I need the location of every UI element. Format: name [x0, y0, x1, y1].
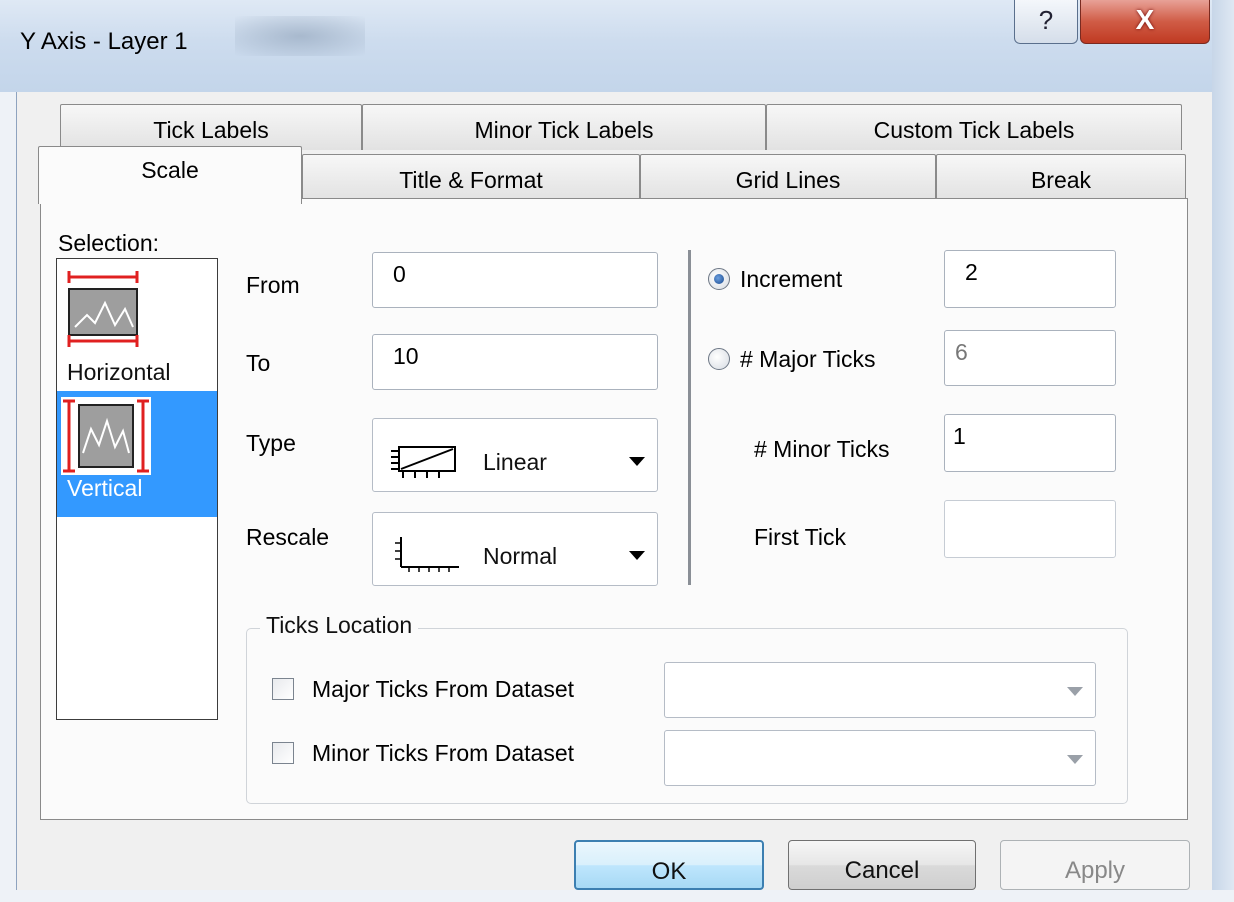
selection-listbox[interactable]: Horizontal Vertical: [56, 258, 218, 720]
help-icon: ?: [1038, 5, 1054, 35]
chevron-down-icon: [1067, 687, 1083, 696]
from-label: From: [246, 272, 300, 298]
rescale-label: Rescale: [246, 524, 330, 550]
major-ticks-dataset-select[interactable]: [664, 662, 1096, 718]
chevron-down-icon: [629, 457, 645, 466]
close-icon: X: [1135, 4, 1155, 35]
major-ticks-label: # Major Ticks: [740, 346, 876, 372]
chevron-down-icon: [1067, 755, 1083, 764]
type-select[interactable]: Linear: [372, 418, 658, 492]
type-select-value: Linear: [483, 449, 547, 475]
apply-button[interactable]: Apply: [1000, 840, 1190, 890]
title-bar-background-blur: [235, 16, 365, 56]
increment-label: Increment: [740, 266, 843, 292]
cancel-button[interactable]: Cancel: [788, 840, 976, 890]
increment-radio[interactable]: [708, 268, 730, 290]
minor-ticks-from-dataset-checkbox[interactable]: [272, 742, 294, 764]
vertical-divider: [688, 250, 691, 585]
minor-ticks-label: # Minor Ticks: [754, 436, 890, 462]
rescale-normal-icon: [395, 537, 459, 572]
minor-ticks-from-dataset-label: Minor Ticks From Dataset: [312, 740, 574, 766]
title-bar: Y Axis - Layer 1 ? X: [0, 0, 1234, 92]
ticks-location-title: Ticks Location: [260, 612, 419, 639]
list-item-label: Vertical: [67, 475, 143, 501]
tab-label: Tick Labels: [153, 117, 269, 143]
vertical-axis-icon: [61, 397, 151, 475]
from-input[interactable]: 0: [372, 252, 658, 308]
window-title: Y Axis - Layer 1: [20, 28, 188, 55]
tab-label: Custom Tick Labels: [873, 117, 1075, 143]
rescale-select[interactable]: Normal: [372, 512, 658, 586]
first-tick-input[interactable]: [944, 500, 1116, 558]
tab-minor-tick-labels[interactable]: Minor Tick Labels: [362, 104, 766, 150]
help-button[interactable]: ?: [1014, 0, 1078, 44]
close-button[interactable]: X: [1080, 0, 1210, 44]
type-label: Type: [246, 430, 296, 456]
chevron-down-icon: [629, 551, 645, 560]
tab-scale[interactable]: Scale: [38, 146, 302, 204]
major-ticks-from-dataset-checkbox[interactable]: [272, 678, 294, 700]
to-input[interactable]: 10: [372, 334, 658, 390]
list-item-horizontal[interactable]: Horizontal: [57, 263, 217, 389]
to-label: To: [246, 350, 271, 376]
list-item-vertical[interactable]: Vertical: [57, 391, 217, 517]
major-ticks-from-dataset-label: Major Ticks From Dataset: [312, 676, 574, 702]
selection-label: Selection:: [58, 230, 160, 256]
tab-break[interactable]: Break: [936, 154, 1186, 200]
tab-title-format[interactable]: Title & Format: [302, 154, 640, 200]
first-tick-label: First Tick: [754, 524, 846, 550]
tab-grid-lines[interactable]: Grid Lines: [640, 154, 936, 200]
tab-label: Title & Format: [399, 167, 543, 193]
window-frame-right: [1212, 0, 1234, 890]
linear-scale-icon: [391, 446, 456, 478]
tab-label: Break: [1030, 167, 1092, 193]
increment-input[interactable]: 2: [944, 250, 1116, 308]
tab-label: Minor Tick Labels: [474, 117, 654, 143]
minor-ticks-input[interactable]: 1: [944, 414, 1116, 472]
major-ticks-input[interactable]: 6: [944, 330, 1116, 386]
list-item-label: Horizontal: [67, 359, 171, 385]
rescale-select-value: Normal: [483, 543, 558, 569]
tab-tick-labels[interactable]: Tick Labels: [60, 104, 362, 150]
tab-label: Grid Lines: [735, 167, 841, 193]
tab-label: Scale: [141, 157, 199, 183]
major-ticks-radio[interactable]: [708, 348, 730, 370]
minor-ticks-dataset-select[interactable]: [664, 730, 1096, 786]
tab-custom-tick-labels[interactable]: Custom Tick Labels: [766, 104, 1182, 150]
horizontal-axis-icon: [67, 271, 139, 347]
ok-button[interactable]: OK: [574, 840, 764, 890]
